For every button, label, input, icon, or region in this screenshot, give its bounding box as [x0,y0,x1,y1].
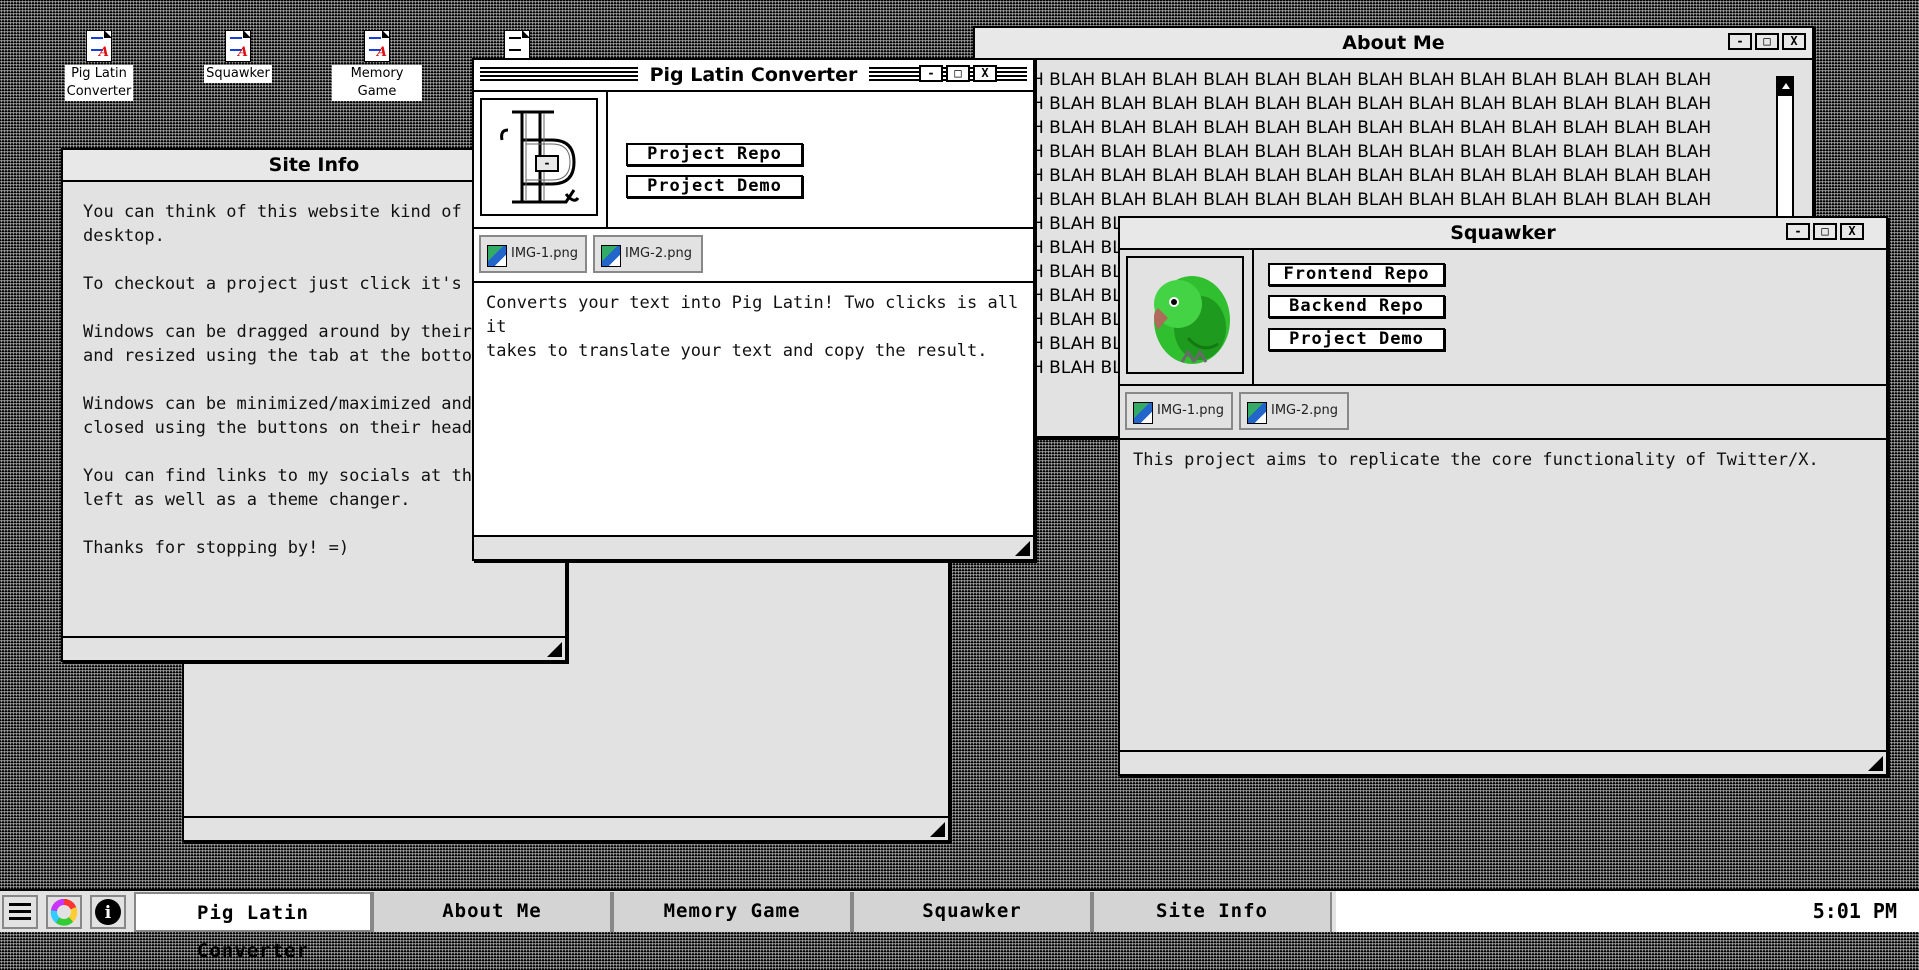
desktop-icon-label: Squawker [204,65,272,83]
files-row: IMG-1.png IMG-2.png [1120,386,1886,440]
desktop-icon-pig-latin[interactable]: A Pig Latin Converter [54,30,144,101]
info-icon: i [95,899,121,925]
project-description: This project aims to replicate the core … [1133,450,1819,470]
clock: 5:01 PM [1336,891,1919,932]
svg-text:i: i [105,903,112,923]
file-name: IMG-2.png [1271,403,1338,418]
file-img-2[interactable]: IMG-2.png [593,235,703,273]
file-name: IMG-1.png [511,246,578,261]
window-footer [1120,750,1886,774]
resize-grip[interactable] [1868,756,1883,771]
desktop-icon-memory-game[interactable]: A Memory Game [332,30,422,101]
task-memory-game[interactable]: Memory Game [612,892,852,932]
project-demo-button[interactable]: Project Demo [626,175,803,198]
image-file-icon [1133,402,1153,424]
hamburger-icon [9,903,31,920]
window-footer [474,535,1033,559]
minimize-button[interactable]: - [1728,33,1752,50]
file-img-1[interactable]: IMG-1.png [479,235,587,273]
minimize-button[interactable]: - [535,155,559,172]
maximize-button[interactable]: □ [1813,223,1837,240]
window-title: Site Info [268,154,360,176]
image-file-icon [601,245,621,267]
description-line: takes to translate your text and copy th… [486,341,988,361]
maximize-button[interactable]: □ [1755,33,1779,50]
window-controls: - □ X [919,65,997,82]
divider [606,92,608,227]
scroll-up-arrow-icon[interactable] [1778,78,1792,96]
project-description: Converts your text into Pig Latin! Two c… [474,283,1033,371]
minimize-button[interactable]: - [919,65,943,82]
text-line: H BLAH BLAH BLAH BLAH BLAH BLAH BLAH BLA… [1031,118,1712,138]
image-file-icon [1247,402,1267,424]
window-titlebar[interactable]: Pig Latin Converter - □ X [474,60,1033,92]
window-title: Pig Latin Converter [637,64,870,86]
color-wheel-icon [50,898,78,926]
close-button[interactable]: X [973,65,997,82]
window-title: About Me [1342,32,1445,54]
squawker-content: Frontend Repo Backend Repo Project Demo … [1120,250,1886,750]
image-file-icon [487,245,507,267]
resize-grip[interactable] [1015,541,1030,556]
close-button[interactable]: X [1782,33,1806,50]
project-header: Frontend Repo Backend Repo Project Demo [1120,250,1886,386]
text-line: H BLAH BLAH BLAH BLAH BLAH BLAH BLAH BLA… [1031,166,1712,186]
files-row: IMG-1.png IMG-2.png [474,229,1033,283]
resize-grip[interactable] [930,822,945,837]
parrot-logo-icon [1126,256,1244,374]
pig-latin-window[interactable]: Pig Latin Converter - □ X Project Repo P… [472,58,1035,561]
menu-button[interactable] [2,895,38,929]
desktop-icon-squawker[interactable]: A Squawker [193,30,283,83]
project-demo-button[interactable]: Project Demo [1268,328,1445,351]
window-title: Squawker [1450,222,1556,244]
text-line: H BLAH BLAH BLAH BLAH BLAH BLAH BLAH BLA… [1031,94,1712,114]
close-button[interactable]: X [1840,223,1864,240]
minimize-button[interactable]: - [1786,223,1810,240]
window-controls: - □ X [1728,33,1806,50]
taskbar: i Pig Latin Converter About Me Memory Ga… [0,889,1919,962]
document-icon: A [86,30,112,62]
text-line: H BLAH BLAH BLAH BLAH BLAH BLAH BLAH BLA… [1031,70,1712,90]
description-line: Converts your text into Pig Latin! Two c… [486,293,1019,337]
resize-grip[interactable] [547,642,562,657]
file-img-1[interactable]: IMG-1.png [1125,392,1233,430]
text-line: H BLAH BLAH BLAH BLAH BLAH BLAH BLAH BLA… [1031,190,1712,210]
document-icon: A [225,30,251,62]
file-name: IMG-1.png [1157,403,1224,418]
theme-changer-button[interactable] [46,895,82,929]
divider [1252,250,1254,384]
window-controls: - □ X [1786,223,1864,240]
project-repo-button[interactable]: Project Repo [626,143,803,166]
window-controls: - [535,155,559,172]
frontend-repo-button[interactable]: Frontend Repo [1268,263,1445,286]
text-line: H BLAH BLAH BLAH BLAH BLAH BLAH BLAH BLA… [1031,142,1712,162]
info-button[interactable]: i [90,895,126,929]
desktop-icon-label: Memory Game [332,65,422,101]
window-titlebar[interactable]: Squawker - □ X [1120,218,1886,250]
desktop-icon-label: Pig Latin Converter [64,65,134,101]
task-squawker[interactable]: Squawker [852,892,1092,932]
task-site-info[interactable]: Site Info [1092,892,1332,932]
maximize-button[interactable]: □ [946,65,970,82]
task-about-me[interactable]: About Me [372,892,612,932]
window-footer [184,816,948,840]
task-pig-latin-converter[interactable]: Pig Latin Converter [134,892,372,962]
window-titlebar[interactable]: About Me - □ X [975,28,1812,60]
squawker-window[interactable]: Squawker - □ X Frontend Repo Backend Rep… [1118,216,1888,776]
file-img-2[interactable]: IMG-2.png [1239,392,1349,430]
file-name: IMG-2.png [625,246,692,261]
document-icon: A [364,30,390,62]
backend-repo-button[interactable]: Backend Repo [1268,295,1445,318]
window-footer [63,636,565,660]
